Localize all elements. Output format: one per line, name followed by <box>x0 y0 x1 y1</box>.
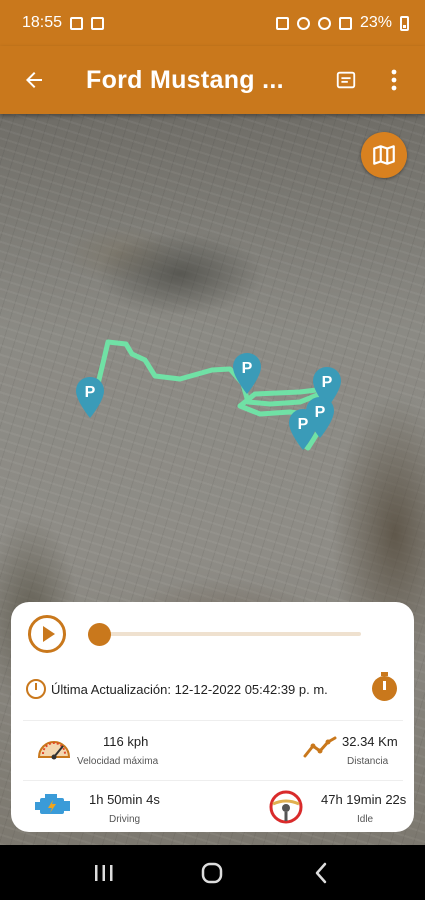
back-nav-button[interactable] <box>291 853 351 893</box>
clock: 18:55 <box>22 14 63 31</box>
gallery-notification-icon <box>70 16 84 30</box>
max-speed-label: Velocidad máxima <box>77 756 159 767</box>
distance-label: Distancia <box>347 756 389 767</box>
divider <box>23 720 403 721</box>
arrow-left-icon <box>26 72 42 88</box>
svg-text:P: P <box>242 360 253 377</box>
playback-slider-track[interactable] <box>99 632 361 636</box>
parking-marker[interactable]: P <box>232 352 262 396</box>
map-type-button[interactable] <box>361 132 407 178</box>
map-icon <box>373 145 395 165</box>
chevron-left-icon <box>315 862 327 883</box>
last-update-row: Última Actualización: 12-12-2022 05:42:3… <box>11 670 414 710</box>
svg-text:P: P <box>85 384 96 401</box>
playback-controls <box>11 602 414 664</box>
driving-value: 1h 50min 4s <box>89 792 160 807</box>
idle-value: 47h 19min 22s <box>321 792 407 807</box>
trend-line-icon <box>303 736 337 758</box>
more-options-button[interactable] <box>377 60 411 100</box>
last-update-label: Última Actualización: <box>51 682 171 697</box>
status-bar: 18:55 23% <box>0 0 425 46</box>
wifi-icon <box>317 16 331 30</box>
distance-stat: 32.34 Km Distancia <box>211 726 414 776</box>
bluetooth-icon <box>296 16 310 30</box>
recents-icon <box>95 864 113 881</box>
idle-label: Idle <box>357 814 374 825</box>
app-notification-icon <box>91 16 105 30</box>
alarm-icon <box>275 16 289 30</box>
max-speed-stat: 116 kph Velocidad máxima <box>11 726 211 776</box>
last-update-value: 12-12-2022 05:42:39 p. m. <box>174 682 328 697</box>
app-bar: Ford Mustang ... <box>0 46 425 114</box>
recents-button[interactable] <box>74 853 134 893</box>
back-button[interactable] <box>14 60 54 100</box>
playback-slider-handle[interactable] <box>88 623 111 646</box>
signal-icon <box>338 16 352 30</box>
divider <box>23 780 403 781</box>
trip-info-panel: Última Actualización: 12-12-2022 05:42:3… <box>11 602 414 832</box>
svg-text:P: P <box>298 416 309 433</box>
parking-marker[interactable]: P <box>288 408 318 452</box>
max-speed-value: 116 kph <box>103 734 149 749</box>
stopwatch-icon[interactable] <box>372 672 397 701</box>
document-icon <box>336 71 356 89</box>
svg-text:P: P <box>322 374 333 391</box>
distance-value: 32.34 Km <box>342 734 398 749</box>
last-update-text: Última Actualización: 12-12-2022 05:42:3… <box>51 682 328 697</box>
home-icon <box>202 862 223 883</box>
speedometer-icon <box>37 741 71 760</box>
battery-icon <box>400 15 409 31</box>
steering-wheel-icon <box>269 790 303 824</box>
home-button[interactable] <box>182 853 242 893</box>
idle-stat: 47h 19min 22s Idle <box>211 784 414 834</box>
engine-icon <box>35 794 70 814</box>
report-button[interactable] <box>329 60 363 100</box>
driving-stat: 1h 50min 4s Driving <box>11 784 211 834</box>
clock-icon <box>26 679 46 699</box>
parking-marker[interactable]: P <box>75 376 105 420</box>
play-button[interactable] <box>28 615 66 653</box>
page-title: Ford Mustang ... <box>86 65 284 94</box>
system-nav-bar <box>0 845 425 900</box>
more-vertical-icon <box>391 69 397 91</box>
driving-label: Driving <box>109 814 141 825</box>
battery-percent: 23% <box>359 14 392 31</box>
